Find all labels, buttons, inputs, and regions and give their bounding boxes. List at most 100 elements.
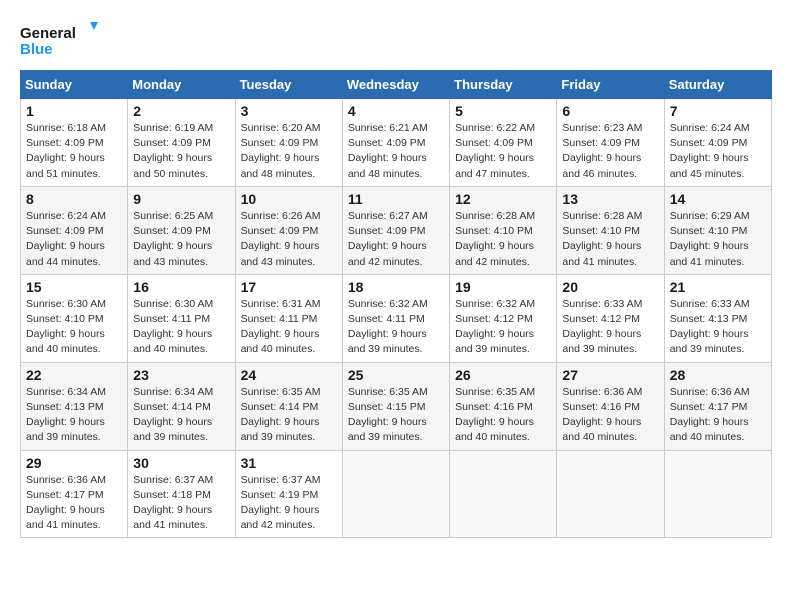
day-info: Sunrise: 6:34 AMSunset: 4:13 PMDaylight:… [26,385,122,446]
day-info: Sunrise: 6:29 AMSunset: 4:10 PMDaylight:… [670,209,766,270]
day-number: 15 [26,279,122,295]
calendar-cell: 27 Sunrise: 6:36 AMSunset: 4:16 PMDayligh… [557,362,664,450]
calendar-cell: 20 Sunrise: 6:33 AMSunset: 4:12 PMDayligh… [557,274,664,362]
calendar-cell: 30 Sunrise: 6:37 AMSunset: 4:18 PMDayligh… [128,450,235,538]
day-info: Sunrise: 6:24 AMSunset: 4:09 PMDaylight:… [670,121,766,182]
day-info: Sunrise: 6:36 AMSunset: 4:17 PMDaylight:… [26,473,122,534]
calendar-cell: 31 Sunrise: 6:37 AMSunset: 4:19 PMDayligh… [235,450,342,538]
day-info: Sunrise: 6:26 AMSunset: 4:09 PMDaylight:… [241,209,337,270]
day-info: Sunrise: 6:24 AMSunset: 4:09 PMDaylight:… [26,209,122,270]
calendar-cell: 25 Sunrise: 6:35 AMSunset: 4:15 PMDayligh… [342,362,449,450]
day-number: 20 [562,279,658,295]
calendar-cell: 1 Sunrise: 6:18 AMSunset: 4:09 PMDaylight… [21,99,128,187]
day-info: Sunrise: 6:35 AMSunset: 4:14 PMDaylight:… [241,385,337,446]
calendar-cell: 28Sunrise: 6:36 AMSunset: 4:17 PMDayligh… [664,362,771,450]
day-number: 26 [455,367,551,383]
day-info: Sunrise: 6:31 AMSunset: 4:11 PMDaylight:… [241,297,337,358]
weekday-header-monday: Monday [128,71,235,99]
logo-icon: GeneralBlue [20,20,100,60]
day-number: 11 [348,191,444,207]
calendar-cell: 3Sunrise: 6:20 AMSunset: 4:09 PMDaylight… [235,99,342,187]
day-number: 13 [562,191,658,207]
calendar-cell [664,450,771,538]
weekday-header-tuesday: Tuesday [235,71,342,99]
logo: GeneralBlue [20,20,100,60]
day-info: Sunrise: 6:28 AMSunset: 4:10 PMDaylight:… [562,209,658,270]
calendar-cell: 4Sunrise: 6:21 AMSunset: 4:09 PMDaylight… [342,99,449,187]
day-number: 16 [133,279,229,295]
weekday-header-saturday: Saturday [664,71,771,99]
day-info: Sunrise: 6:30 AMSunset: 4:11 PMDaylight:… [133,297,229,358]
day-info: Sunrise: 6:18 AMSunset: 4:09 PMDaylight:… [26,121,122,182]
day-info: Sunrise: 6:30 AMSunset: 4:10 PMDaylight:… [26,297,122,358]
day-info: Sunrise: 6:23 AMSunset: 4:09 PMDaylight:… [562,121,658,182]
day-number: 5 [455,103,551,119]
calendar-cell: 17 Sunrise: 6:31 AMSunset: 4:11 PMDayligh… [235,274,342,362]
week-row-4: 22Sunrise: 6:34 AMSunset: 4:13 PMDayligh… [21,362,772,450]
day-number: 30 [133,455,229,471]
calendar-cell: 15 Sunrise: 6:30 AMSunset: 4:10 PMDayligh… [21,274,128,362]
calendar-cell: 24 Sunrise: 6:35 AMSunset: 4:14 PMDayligh… [235,362,342,450]
day-number: 24 [241,367,337,383]
weekday-header-friday: Friday [557,71,664,99]
day-number: 17 [241,279,337,295]
calendar-cell: 22Sunrise: 6:34 AMSunset: 4:13 PMDayligh… [21,362,128,450]
day-info: Sunrise: 6:33 AMSunset: 4:13 PMDaylight:… [670,297,766,358]
day-number: 12 [455,191,551,207]
day-number: 7 [670,103,766,119]
calendar-cell: 29 Sunrise: 6:36 AMSunset: 4:17 PMDayligh… [21,450,128,538]
calendar-cell [450,450,557,538]
calendar-cell: 12 Sunrise: 6:28 AMSunset: 4:10 PMDayligh… [450,186,557,274]
day-info: Sunrise: 6:35 AMSunset: 4:15 PMDaylight:… [348,385,444,446]
day-info: Sunrise: 6:28 AMSunset: 4:10 PMDaylight:… [455,209,551,270]
day-number: 19 [455,279,551,295]
calendar-cell: 13 Sunrise: 6:28 AMSunset: 4:10 PMDayligh… [557,186,664,274]
day-info: Sunrise: 6:37 AMSunset: 4:19 PMDaylight:… [241,473,337,534]
weekday-header-wednesday: Wednesday [342,71,449,99]
week-row-1: 1 Sunrise: 6:18 AMSunset: 4:09 PMDaylight… [21,99,772,187]
calendar-cell: 8Sunrise: 6:24 AMSunset: 4:09 PMDaylight… [21,186,128,274]
day-info: Sunrise: 6:36 AMSunset: 4:16 PMDaylight:… [562,385,658,446]
calendar-table: SundayMondayTuesdayWednesdayThursdayFrid… [20,70,772,538]
calendar-cell: 26Sunrise: 6:35 AMSunset: 4:16 PMDayligh… [450,362,557,450]
day-info: Sunrise: 6:27 AMSunset: 4:09 PMDaylight:… [348,209,444,270]
day-number: 18 [348,279,444,295]
calendar-cell: 6 Sunrise: 6:23 AMSunset: 4:09 PMDaylight… [557,99,664,187]
calendar-cell: 23Sunrise: 6:34 AMSunset: 4:14 PMDayligh… [128,362,235,450]
day-number: 27 [562,367,658,383]
calendar-cell: 18 Sunrise: 6:32 AMSunset: 4:11 PMDayligh… [342,274,449,362]
day-info: Sunrise: 6:25 AMSunset: 4:09 PMDaylight:… [133,209,229,270]
day-number: 10 [241,191,337,207]
day-info: Sunrise: 6:32 AMSunset: 4:11 PMDaylight:… [348,297,444,358]
day-number: 9 [133,191,229,207]
day-number: 1 [26,103,122,119]
day-number: 31 [241,455,337,471]
week-row-3: 15 Sunrise: 6:30 AMSunset: 4:10 PMDayligh… [21,274,772,362]
weekday-header-row: SundayMondayTuesdayWednesdayThursdayFrid… [21,71,772,99]
day-info: Sunrise: 6:32 AMSunset: 4:12 PMDaylight:… [455,297,551,358]
page-header: GeneralBlue [20,20,772,60]
calendar-cell: 7 Sunrise: 6:24 AMSunset: 4:09 PMDaylight… [664,99,771,187]
day-number: 4 [348,103,444,119]
day-info: Sunrise: 6:37 AMSunset: 4:18 PMDaylight:… [133,473,229,534]
day-number: 2 [133,103,229,119]
day-number: 29 [26,455,122,471]
calendar-cell: 11 Sunrise: 6:27 AMSunset: 4:09 PMDayligh… [342,186,449,274]
svg-text:Blue: Blue [20,41,53,58]
day-number: 3 [241,103,337,119]
week-row-5: 29 Sunrise: 6:36 AMSunset: 4:17 PMDayligh… [21,450,772,538]
calendar-cell: 10 Sunrise: 6:26 AMSunset: 4:09 PMDayligh… [235,186,342,274]
day-number: 25 [348,367,444,383]
week-row-2: 8Sunrise: 6:24 AMSunset: 4:09 PMDaylight… [21,186,772,274]
weekday-header-thursday: Thursday [450,71,557,99]
calendar-cell [557,450,664,538]
day-number: 6 [562,103,658,119]
day-info: Sunrise: 6:19 AMSunset: 4:09 PMDaylight:… [133,121,229,182]
day-info: Sunrise: 6:22 AMSunset: 4:09 PMDaylight:… [455,121,551,182]
calendar-cell: 14Sunrise: 6:29 AMSunset: 4:10 PMDayligh… [664,186,771,274]
day-info: Sunrise: 6:33 AMSunset: 4:12 PMDaylight:… [562,297,658,358]
calendar-cell: 16 Sunrise: 6:30 AMSunset: 4:11 PMDayligh… [128,274,235,362]
calendar-cell: 9 Sunrise: 6:25 AMSunset: 4:09 PMDaylight… [128,186,235,274]
day-number: 21 [670,279,766,295]
calendar-cell: 5 Sunrise: 6:22 AMSunset: 4:09 PMDaylight… [450,99,557,187]
